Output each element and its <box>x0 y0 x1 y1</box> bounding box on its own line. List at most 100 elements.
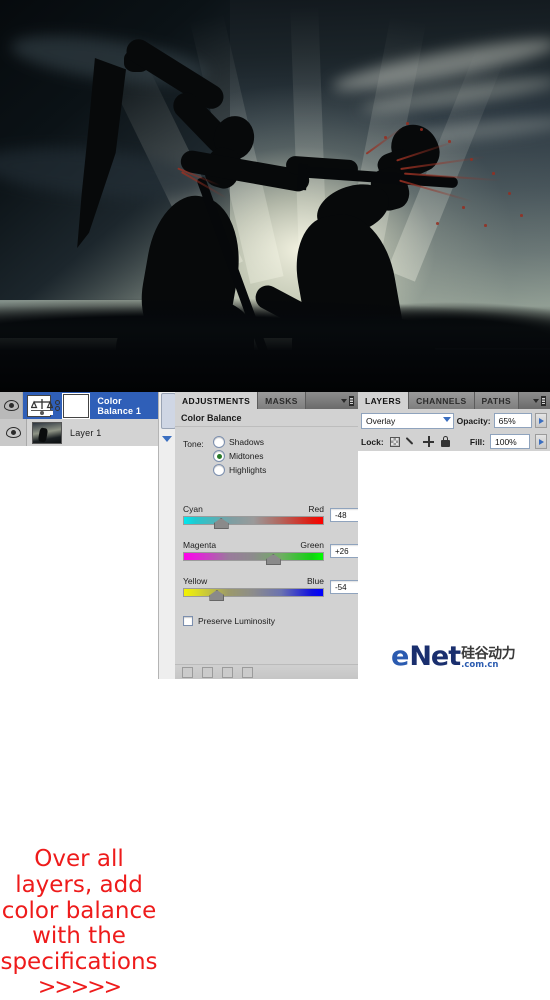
chevron-down-icon[interactable] <box>162 436 172 442</box>
eye-icon <box>3 400 19 411</box>
blend-mode-row: Overlay Opacity: 65% <box>358 411 550 430</box>
radio-highlights[interactable]: Highlights <box>213 464 266 476</box>
layer-visibility-toggle[interactable] <box>0 419 27 446</box>
radio-label: Shadows <box>229 437 264 447</box>
blood-droplet <box>406 122 409 125</box>
panel-menu-icon[interactable] <box>341 395 354 406</box>
reset-icon[interactable] <box>222 666 233 678</box>
blood-droplet <box>470 158 473 161</box>
annotation-left-line: layers, add <box>15 871 143 898</box>
lock-label: Lock: <box>361 436 384 447</box>
slider-thumb-yellow-blue[interactable] <box>209 590 225 601</box>
slider-group-magenta-green: Magenta Green <box>183 540 324 565</box>
opacity-stepper[interactable] <box>535 413 547 428</box>
tabbar-filler <box>519 392 550 409</box>
layer-thumbnail[interactable] <box>32 421 62 444</box>
opacity-label: Opacity: <box>456 415 491 426</box>
blend-mode-value: Overlay <box>366 415 396 426</box>
tab-paths[interactable]: PATHS <box>474 392 520 409</box>
radio-shadows[interactable]: Shadows <box>213 436 264 448</box>
annotation-left: Over all layers, add color balance with … <box>0 846 158 1000</box>
radio-label: Midtones <box>229 451 264 461</box>
slider-labels: Magenta Green <box>183 540 324 550</box>
watermark-net: Net <box>409 641 461 672</box>
toggle-visibility-icon[interactable] <box>202 666 213 678</box>
radio-dot-selected <box>213 450 225 462</box>
adjustments-panel: ADJUSTMENTS MASKS Color Balance Tone: Sh… <box>175 392 363 679</box>
slider-right-label: Green <box>300 540 324 550</box>
slider-labels: Cyan Red <box>183 504 324 514</box>
blood-droplet <box>492 172 495 175</box>
slider-group-cyan-red: Cyan Red <box>183 504 324 529</box>
slider-group-yellow-blue: Yellow Blue <box>183 576 324 601</box>
slider-labels: Yellow Blue <box>183 576 324 586</box>
slider-track-magenta-green[interactable] <box>183 552 324 565</box>
chevron-down-icon <box>442 416 451 422</box>
blood-droplet <box>384 136 387 139</box>
layer-name: Color Balance 1 <box>97 395 142 416</box>
adjustments-panel-footer <box>175 664 358 679</box>
tabbar-filler <box>305 392 358 409</box>
menu-lines-icon <box>541 395 546 406</box>
tab-layers[interactable]: LAYERS <box>358 392 410 409</box>
scrollbar-thumb[interactable] <box>161 393 176 429</box>
blood-droplet <box>508 192 511 195</box>
annotation-left-line: color balance <box>1 897 157 924</box>
layers-list-panel: Color Balance 1 Layer 1 Over all layers,… <box>0 392 176 999</box>
layer-visibility-toggle[interactable] <box>0 392 24 419</box>
blood-droplet <box>420 128 423 131</box>
watermark-e: e <box>391 641 410 672</box>
lock-image-icon[interactable] <box>406 436 418 448</box>
layers-panel: LAYERS CHANNELS PATHS Overlay Opacity: 6… <box>358 392 550 679</box>
chevron-down-icon <box>533 398 539 403</box>
fill-stepper[interactable] <box>535 434 547 449</box>
blood-droplet <box>520 214 523 217</box>
layer-mask-thumbnail[interactable] <box>62 392 91 419</box>
watermark-chinese: 硅谷动力 <box>461 645 516 662</box>
panel-menu-icon[interactable] <box>533 395 546 406</box>
link-icon[interactable] <box>54 397 60 415</box>
lock-all-icon[interactable] <box>440 436 452 448</box>
divider <box>175 426 358 427</box>
tab-masks[interactable]: MASKS <box>258 392 306 409</box>
lock-position-icon[interactable] <box>423 436 435 448</box>
eye-icon <box>5 427 21 438</box>
color-balance-scale-icon[interactable] <box>27 394 54 417</box>
tone-label: Tone: <box>183 439 204 449</box>
adjustments-tabbar: ADJUSTMENTS MASKS <box>175 392 358 409</box>
layer-name: Layer 1 <box>70 427 102 438</box>
photoshop-canvas-image <box>0 0 550 392</box>
layers-scrollbar[interactable] <box>158 392 176 679</box>
layers-tabbar: LAYERS CHANNELS PATHS <box>358 392 550 409</box>
slider-track-cyan-red[interactable] <box>183 516 324 529</box>
blood-droplet <box>462 206 465 209</box>
slider-right-label: Red <box>308 504 324 514</box>
opacity-input[interactable]: 65% <box>493 413 533 428</box>
slider-left-label: Cyan <box>183 504 203 514</box>
tab-channels[interactable]: CHANNELS <box>409 392 475 409</box>
adjustment-title: Color Balance <box>181 413 242 423</box>
slider-left-label: Yellow <box>183 576 208 586</box>
blend-mode-select[interactable]: Overlay <box>361 412 454 429</box>
layer-row-layer1[interactable]: Layer 1 <box>0 419 158 446</box>
radio-dot <box>213 436 225 448</box>
tab-adjustments[interactable]: ADJUSTMENTS <box>175 392 259 409</box>
slider-track-yellow-blue[interactable] <box>183 588 324 601</box>
annotation-left-line: with the <box>32 923 126 950</box>
clip-to-layer-icon[interactable] <box>182 666 193 678</box>
fill-input[interactable]: 100% <box>490 434 530 449</box>
watermark-cn-block: 硅谷动力 .com.cn <box>461 645 516 670</box>
screenshot-root: Color Balance 1 Layer 1 Over all layers,… <box>0 0 550 999</box>
menu-lines-icon <box>349 395 354 406</box>
slider-thumb-magenta-green[interactable] <box>265 554 281 565</box>
radio-midtones[interactable]: Midtones <box>213 450 264 462</box>
annotation-left-line: Over all <box>34 846 124 872</box>
slider-thumb-cyan-red[interactable] <box>213 518 229 529</box>
radio-label: Highlights <box>229 465 267 475</box>
lock-transparency-icon[interactable] <box>389 436 401 448</box>
delete-icon[interactable] <box>242 666 253 678</box>
checkbox-icon <box>183 616 193 626</box>
blood-droplet <box>436 222 439 225</box>
layer-row-color-balance[interactable]: Color Balance 1 <box>0 392 158 419</box>
preserve-luminosity-checkbox[interactable]: Preserve Luminosity <box>183 616 275 626</box>
